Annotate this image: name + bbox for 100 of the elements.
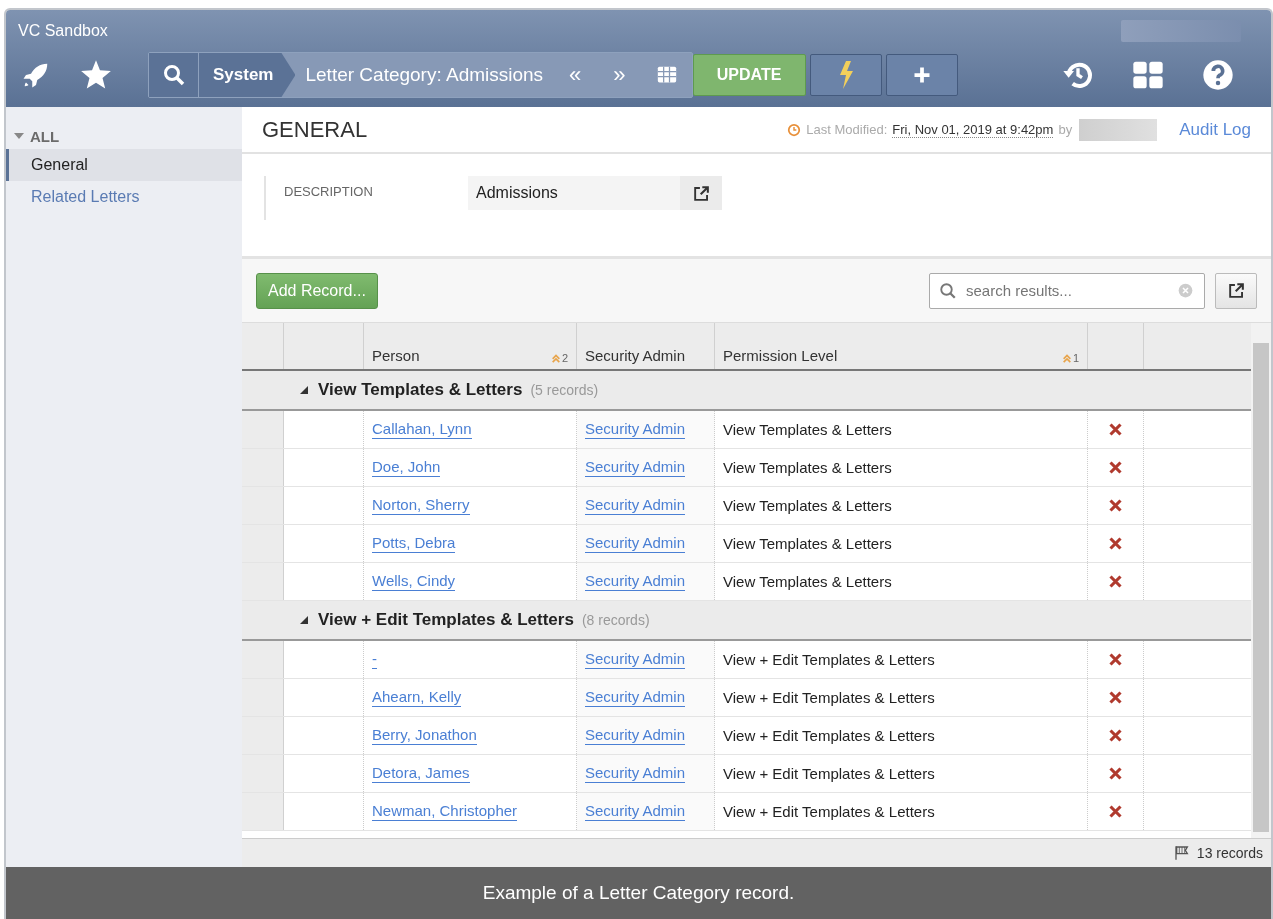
section-title: GENERAL xyxy=(262,116,368,143)
previous-button[interactable]: « xyxy=(553,62,598,88)
person-link[interactable]: Detora, James xyxy=(372,764,470,783)
permission-cell: View + Edit Templates & Letters xyxy=(723,689,935,706)
permission-cell: View + Edit Templates & Letters xyxy=(723,727,935,744)
delete-button[interactable] xyxy=(1108,574,1123,589)
row-handle[interactable] xyxy=(242,487,284,524)
audit-log-link[interactable]: Audit Log xyxy=(1179,119,1251,140)
expanded-triangle-icon[interactable] xyxy=(298,384,310,396)
delete-icon xyxy=(1108,766,1123,781)
delete-icon xyxy=(1108,804,1123,819)
delete-icon xyxy=(1108,498,1123,513)
delete-button[interactable] xyxy=(1108,460,1123,475)
row-handle[interactable] xyxy=(242,411,284,448)
sort-icon xyxy=(550,353,561,363)
clock-icon xyxy=(787,122,802,137)
sort-icon xyxy=(1061,353,1072,363)
row-handle[interactable] xyxy=(242,563,284,600)
sort-order: 2 xyxy=(561,352,568,364)
row-handle[interactable] xyxy=(242,525,284,562)
delete-button[interactable] xyxy=(1108,536,1123,551)
column-header[interactable]: Security Admin xyxy=(585,347,686,364)
person-link[interactable]: Doe, John xyxy=(372,458,441,477)
sort-order: 1 xyxy=(1072,352,1079,364)
caption: Example of a Letter Category record. xyxy=(6,867,1271,919)
update-button[interactable]: UPDATE xyxy=(692,54,806,96)
sidebar-item[interactable]: Related Letters xyxy=(6,181,242,213)
sidebar-item[interactable]: General xyxy=(6,149,242,181)
next-button[interactable]: » xyxy=(597,62,642,88)
permission-cell: View Templates & Letters xyxy=(723,573,892,590)
flag-icon xyxy=(1172,845,1191,861)
table-icon xyxy=(655,65,678,85)
delete-icon xyxy=(1108,652,1123,667)
delete-icon xyxy=(1108,536,1123,551)
delete-icon xyxy=(1108,460,1123,475)
column-header[interactable]: Person xyxy=(372,347,420,364)
collapse-caret-icon[interactable] xyxy=(14,131,24,141)
open-link-button[interactable] xyxy=(680,176,722,210)
expanded-triangle-icon[interactable] xyxy=(298,614,310,626)
column-header[interactable]: Permission Level xyxy=(723,347,838,364)
permission-cell: View + Edit Templates & Letters xyxy=(723,765,935,782)
group-count: (8 records) xyxy=(581,612,650,628)
permission-cell: View Templates & Letters xyxy=(723,497,892,514)
person-link[interactable]: Newman, Christopher xyxy=(372,802,518,821)
permission-cell: View Templates & Letters xyxy=(723,421,892,438)
person-link[interactable]: Norton, Sherry xyxy=(372,496,470,515)
row-handle[interactable] xyxy=(242,793,284,830)
person-link[interactable]: Potts, Debra xyxy=(372,534,456,553)
external-link-icon xyxy=(1226,281,1246,300)
delete-icon xyxy=(1108,574,1123,589)
clear-icon xyxy=(1178,282,1193,298)
delete-button[interactable] xyxy=(1108,766,1123,781)
external-link-icon xyxy=(691,183,711,203)
person-link[interactable]: Berry, Jonathon xyxy=(372,726,477,745)
description-field[interactable]: Admissions xyxy=(468,176,680,210)
search-icon xyxy=(939,281,957,300)
row-handle[interactable] xyxy=(242,641,284,678)
delete-button[interactable] xyxy=(1108,422,1123,437)
row-handle[interactable] xyxy=(242,679,284,716)
person-link[interactable]: - xyxy=(372,650,377,669)
person-link[interactable]: Wells, Cindy xyxy=(372,572,456,591)
dashboard-icon xyxy=(1132,59,1164,91)
group-title: View + Edit Templates & Letters xyxy=(318,610,574,630)
permission-cell: View Templates & Letters xyxy=(723,459,892,476)
delete-icon xyxy=(1108,690,1123,705)
module-breadcrumb[interactable]: System xyxy=(199,53,296,97)
delete-icon xyxy=(1108,728,1123,743)
export-button[interactable] xyxy=(1215,272,1257,309)
delete-icon xyxy=(1108,422,1123,437)
permission-cell: View Templates & Letters xyxy=(723,535,892,552)
group-row[interactable]: View + Edit Templates & Letters (8 records) xyxy=(242,601,1251,641)
search-field[interactable]: search results... xyxy=(929,272,1205,309)
add-button[interactable] xyxy=(885,54,958,96)
group-row[interactable]: View Templates & Letters (5 records) xyxy=(242,371,1251,411)
search-icon xyxy=(161,63,186,87)
permission-cell: View + Edit Templates & Letters xyxy=(723,651,935,668)
actions-button[interactable] xyxy=(809,54,882,96)
person-link[interactable]: Callahan, Lynn xyxy=(372,420,472,439)
record-count: 13 records xyxy=(1196,845,1263,861)
delete-button[interactable] xyxy=(1108,498,1123,513)
record-title: Letter Category: Admissions xyxy=(304,64,545,86)
person-link[interactable]: Ahearn, Kelly xyxy=(372,688,462,707)
delete-button[interactable] xyxy=(1108,652,1123,667)
group-title: View Templates & Letters xyxy=(318,380,523,400)
help-icon xyxy=(1202,59,1234,91)
delete-button[interactable] xyxy=(1108,804,1123,819)
search-button[interactable] xyxy=(149,53,199,97)
add-record-button[interactable]: Add Record... xyxy=(256,272,378,309)
last-modified-date: Fri, Nov 01, 2019 at 9:42pm xyxy=(892,121,1054,138)
delete-button[interactable] xyxy=(1108,690,1123,705)
scrollbar[interactable] xyxy=(1251,323,1271,838)
delete-button[interactable] xyxy=(1108,728,1123,743)
sidebar-header[interactable]: ALL xyxy=(30,127,60,145)
last-modified-label: Last Modified: xyxy=(806,122,888,137)
by-label: by xyxy=(1058,122,1073,137)
row-handle[interactable] xyxy=(242,717,284,754)
row-handle[interactable] xyxy=(242,449,284,486)
window-title: VC Sandbox xyxy=(18,22,108,40)
group-count: (5 records) xyxy=(530,382,599,398)
row-handle[interactable] xyxy=(242,755,284,792)
